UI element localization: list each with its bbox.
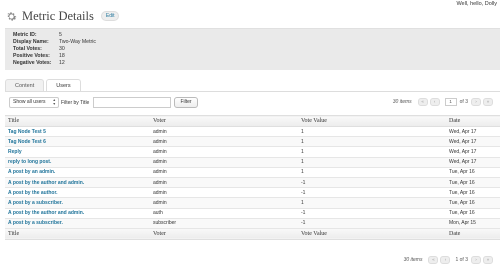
row-vote-value: 1 xyxy=(301,157,449,168)
first-page-button[interactable]: « xyxy=(417,98,428,106)
prev-page-button[interactable]: ‹ xyxy=(429,98,440,106)
row-date: Wed, Apr 17 xyxy=(449,146,500,158)
row-title-link[interactable]: A post by the author and admin. xyxy=(5,177,153,189)
filter-title-input[interactable] xyxy=(93,97,171,108)
row-voter: subscriber xyxy=(153,218,301,229)
row-voter: admin xyxy=(153,136,301,148)
table-row: A post by the author and admin. admin -1 Tu… xyxy=(5,177,500,189)
table-row: A post by the author. admin -1 Tue, Apr 16 xyxy=(5,187,500,199)
row-vote-value: 1 xyxy=(301,197,449,209)
item-count: 30 items xyxy=(403,257,423,263)
tab-bar: Content Users xyxy=(5,79,83,91)
page-number-input[interactable]: 1 xyxy=(444,98,457,106)
column-header-vote-value[interactable]: Vote Value xyxy=(301,115,449,127)
pager-top: 30 items « ‹ 1 of 3 › » xyxy=(393,98,495,106)
filter-by-title-label: Filter by Title xyxy=(61,100,90,106)
votes-table: Title Voter Vote Value Date Tag Node Tes… xyxy=(5,115,500,240)
table-row: Reply admin 1 Wed, Apr 17 xyxy=(5,146,500,158)
row-title-link[interactable]: A post by an admin. xyxy=(5,167,153,178)
row-voter: admin xyxy=(153,167,301,178)
table-row: A post by the author and admin. auth -1 Tue… xyxy=(5,208,500,219)
row-title-link[interactable]: A post by a subscriber. xyxy=(5,218,153,229)
row-date: Wed, Apr 17 xyxy=(449,126,500,138)
row-voter: admin xyxy=(153,126,301,138)
row-voter: admin xyxy=(153,146,301,158)
row-vote-value: -1 xyxy=(301,187,449,199)
next-page-button[interactable]: › xyxy=(471,256,481,264)
row-vote-value: -1 xyxy=(301,177,449,189)
row-voter: admin xyxy=(153,197,301,209)
row-date: Wed, Apr 17 xyxy=(449,157,500,168)
row-date: Wed, Apr 17 xyxy=(449,136,500,148)
row-voter: auth xyxy=(153,208,301,219)
row-date: Tue, Apr 16 xyxy=(449,197,500,209)
row-vote-value: -1 xyxy=(301,218,449,229)
row-title-link[interactable]: Tag Node Test 5 xyxy=(5,126,153,138)
row-title-link[interactable]: reply to long post. xyxy=(5,157,153,168)
gear-icon xyxy=(4,9,18,23)
table-row: reply to long post. admin 1 Wed, Apr 17 xyxy=(5,157,500,168)
row-title-link[interactable]: A post by the author and admin. xyxy=(5,208,153,219)
footer-header-voter[interactable]: Voter xyxy=(153,227,301,240)
row-vote-value: 1 xyxy=(301,126,449,138)
footer-header-date[interactable]: Date xyxy=(449,227,500,240)
footer-header-title[interactable]: Title xyxy=(5,227,153,240)
page-position: 1 of 3 xyxy=(455,257,468,263)
info-positive-votes: Positive Votes: 18 xyxy=(13,53,65,59)
row-date: Tue, Apr 16 xyxy=(449,187,500,199)
prev-page-button[interactable]: ‹ xyxy=(440,256,451,264)
row-vote-value: 1 xyxy=(301,146,449,158)
tab-content[interactable]: Content xyxy=(5,79,45,91)
column-header-voter[interactable]: Voter xyxy=(153,115,301,127)
row-date: Tue, Apr 16 xyxy=(449,167,500,178)
row-voter: admin xyxy=(153,177,301,189)
next-page-button[interactable]: › xyxy=(471,98,481,106)
row-title-link[interactable]: A post by a subscriber. xyxy=(5,197,153,209)
table-header-row: Title Voter Vote Value Date xyxy=(5,115,500,127)
row-date: Mon, Apr 15 xyxy=(449,218,500,229)
edit-button[interactable]: Edit xyxy=(100,11,120,21)
footer-header-vote-value[interactable]: Vote Value xyxy=(301,227,449,240)
row-date: Tue, Apr 16 xyxy=(449,177,500,189)
table-footer-row: Title Voter Vote Value Date xyxy=(5,227,500,240)
info-negative-votes: Negative Votes: 12 xyxy=(13,60,65,66)
column-header-date[interactable]: Date xyxy=(449,115,500,127)
filter-button[interactable]: Filter xyxy=(174,97,198,108)
last-page-button[interactable]: » xyxy=(483,98,493,106)
metric-info-box: Metric ID: 5 Display Name: Two-Way Metric … xyxy=(5,28,500,70)
row-vote-value: 1 xyxy=(301,136,449,148)
user-greeting[interactable]: Well, hello, Dolly xyxy=(456,1,497,7)
table-row: A post by a subscriber. admin 1 Tue, Apr 16 xyxy=(5,197,500,209)
info-metric-id: Metric ID: 5 xyxy=(13,32,62,38)
table-row: Tag Node Test 6 admin 1 Wed, Apr 17 xyxy=(5,136,500,148)
item-count: 30 items xyxy=(392,99,412,105)
page-total: of 3 xyxy=(459,99,468,105)
table-row: Tag Node Test 5 admin 1 Wed, Apr 17 xyxy=(5,126,500,138)
tab-users[interactable]: Users xyxy=(46,79,81,91)
tab-divider xyxy=(5,91,500,92)
pager-bottom: 30 items « ‹ 1 of 3 › » xyxy=(404,256,495,264)
table-row: A post by an admin. admin 1 Tue, Apr 16 xyxy=(5,167,500,178)
info-total-votes: Total Votes: 30 xyxy=(13,46,65,52)
row-voter: admin xyxy=(153,157,301,168)
row-title-link[interactable]: Reply xyxy=(5,146,153,158)
row-date: Tue, Apr 16 xyxy=(449,208,500,219)
user-filter-select[interactable]: Show all users ▲ ▼ xyxy=(9,97,59,108)
info-display-name: Display Name: Two-Way Metric xyxy=(13,39,96,45)
page-header: Metric Details Edit xyxy=(4,7,120,25)
row-title-link[interactable]: A post by the author. xyxy=(5,187,153,199)
last-page-button[interactable]: » xyxy=(483,256,493,264)
first-page-button[interactable]: « xyxy=(428,256,439,264)
column-header-title[interactable]: Title xyxy=(5,115,153,127)
row-vote-value: -1 xyxy=(301,208,449,219)
select-arrows-icon: ▲ ▼ xyxy=(52,98,56,106)
row-voter: admin xyxy=(153,187,301,199)
row-title-link[interactable]: Tag Node Test 6 xyxy=(5,136,153,148)
row-vote-value: 1 xyxy=(301,167,449,178)
table-row: A post by a subscriber. subscriber -1 Mon, … xyxy=(5,218,500,229)
page-title: Metric Details xyxy=(22,8,94,23)
